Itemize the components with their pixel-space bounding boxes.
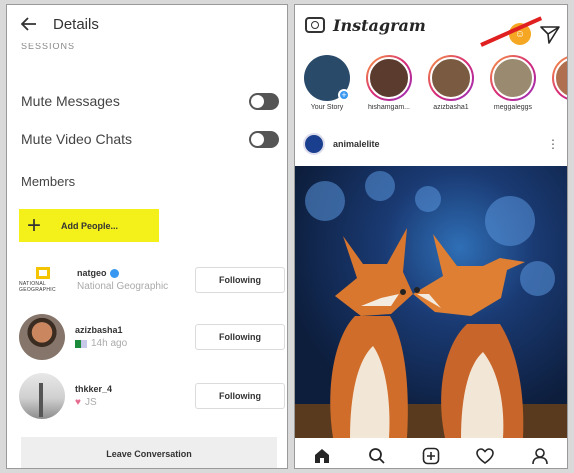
story-label: wa xyxy=(547,104,567,111)
story-label: hishamgam... xyxy=(367,104,411,111)
leave-conversation-button[interactable]: Leave Conversation xyxy=(21,437,277,468)
avatar xyxy=(19,314,65,360)
instagram-logo: Instagram xyxy=(333,15,426,35)
arrow-left-icon[interactable] xyxy=(19,14,39,34)
instagram-feed-panel: Instagram ☺ + Your Story hishamgam... az… xyxy=(294,4,568,469)
member-row-thkker-4[interactable]: thkker_4 ♥ JS Following xyxy=(19,371,285,421)
story-item[interactable]: hishamgam... xyxy=(361,55,417,121)
mute-video-chats-label: Mute Video Chats xyxy=(21,131,133,147)
details-header: Details xyxy=(7,5,287,43)
bottom-tab-bar xyxy=(295,441,567,468)
member-username: natgeo xyxy=(77,268,107,278)
story-item[interactable]: azizbasha1 xyxy=(423,55,479,121)
heart-icon: ♥ xyxy=(75,397,81,408)
following-button[interactable]: Following xyxy=(195,324,285,350)
member-row-natgeo[interactable]: NATIONAL GEOGRAPHIC natgeo National Geog… xyxy=(19,255,285,305)
member-subtitle: National Geographic xyxy=(77,281,169,292)
member-info: thkker_4 ♥ JS xyxy=(75,384,195,408)
truncated-subtitle: SESSIONS xyxy=(21,43,76,51)
story-item[interactable]: + Your Story xyxy=(299,55,355,121)
add-people-label: Add People... xyxy=(61,220,119,231)
members-heading: Members xyxy=(21,174,76,189)
stories-tray: + Your Story hishamgam... azizbasha1 meg… xyxy=(299,55,567,121)
member-name: natgeo xyxy=(77,268,195,278)
story-avatar xyxy=(554,57,567,99)
member-subtitle: 14h ago xyxy=(75,338,195,349)
story-label: azizbasha1 xyxy=(433,104,469,111)
search-icon[interactable] xyxy=(366,445,388,467)
heart-icon[interactable] xyxy=(474,445,496,467)
story-ring xyxy=(552,55,567,101)
story-avatar: + xyxy=(304,55,350,101)
story-ring xyxy=(428,55,474,101)
profile-icon[interactable] xyxy=(529,445,551,467)
member-info: azizbasha1 14h ago xyxy=(75,325,195,349)
page-title: Details xyxy=(53,15,99,33)
story-avatar xyxy=(430,57,472,99)
member-name: azizbasha1 xyxy=(75,325,123,335)
verified-badge-icon xyxy=(109,268,119,278)
mute-messages-label: Mute Messages xyxy=(21,93,120,109)
foxes-illustration xyxy=(295,228,567,438)
story-avatar xyxy=(492,57,534,99)
screenshot-composite: Details SESSIONS Mute Messages Mute Vide… xyxy=(0,0,574,473)
direct-send-icon[interactable] xyxy=(539,23,561,45)
more-dots-icon[interactable]: ⋮ xyxy=(547,137,559,151)
add-people-button[interactable]: + Add People... xyxy=(19,209,159,242)
home-icon[interactable] xyxy=(311,445,333,467)
story-label: Your Story xyxy=(310,104,344,111)
story-ring xyxy=(490,55,536,101)
mute-video-chats-row: Mute Video Chats xyxy=(21,128,279,150)
mute-messages-row: Mute Messages xyxy=(21,90,279,112)
story-item[interactable]: wa xyxy=(547,55,567,121)
details-panel: Details SESSIONS Mute Messages Mute Vide… xyxy=(6,4,288,469)
story-ring xyxy=(366,55,412,101)
mute-messages-toggle[interactable] xyxy=(249,92,279,110)
natgeo-logo: NATIONAL GEOGRAPHIC xyxy=(19,265,67,295)
natgeo-logo-text: NATIONAL GEOGRAPHIC xyxy=(19,281,56,293)
post-avatar[interactable] xyxy=(303,133,325,155)
story-item[interactable]: meggaleggs xyxy=(485,55,541,121)
add-story-icon: + xyxy=(338,89,350,101)
member-last-active: JS xyxy=(84,397,97,408)
post-header: animalelite ⋮ xyxy=(303,130,565,158)
mute-video-chats-toggle[interactable] xyxy=(249,130,279,148)
camera-icon[interactable] xyxy=(305,17,325,33)
story-label: meggaleggs xyxy=(493,104,533,111)
post-account-name[interactable]: animalelite xyxy=(333,139,380,149)
member-subtitle: ♥ JS xyxy=(75,397,195,408)
member-row-azizbasha1[interactable]: azizbasha1 14h ago Following xyxy=(19,312,285,362)
post-photo[interactable] xyxy=(295,166,567,438)
story-avatar xyxy=(368,57,410,99)
flag-icon xyxy=(75,339,87,348)
member-name: thkker_4 xyxy=(75,384,113,394)
following-button[interactable]: Following xyxy=(195,383,285,409)
following-button[interactable]: Following xyxy=(195,267,285,293)
member-last-active: 14h ago xyxy=(91,338,128,349)
story-ring: + xyxy=(304,55,350,101)
member-info: natgeo National Geographic xyxy=(77,268,195,292)
avatar xyxy=(19,373,65,419)
add-post-icon[interactable] xyxy=(420,445,442,467)
plus-icon: + xyxy=(27,211,42,239)
